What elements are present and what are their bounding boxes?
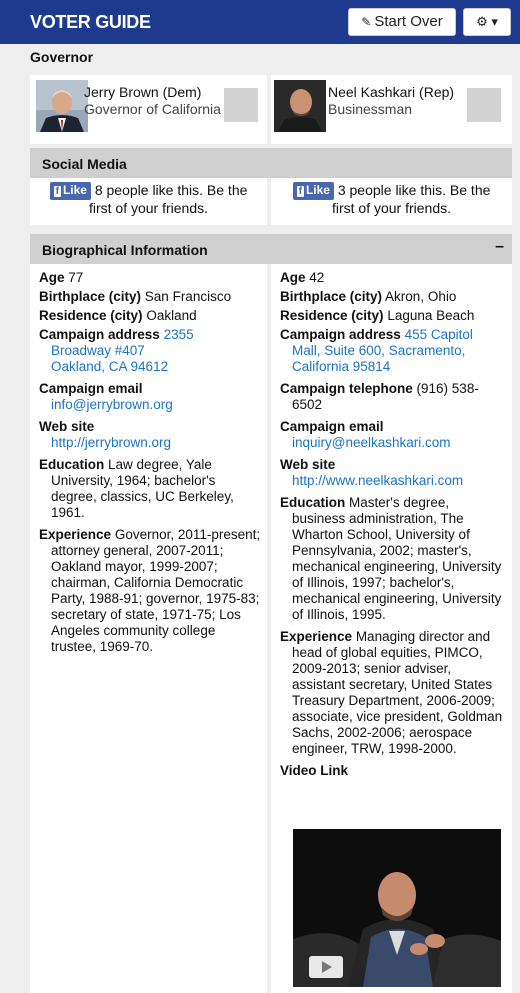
age-field: Age 42 — [280, 270, 325, 285]
start-over-button[interactable]: ✎ Start Over — [348, 8, 456, 36]
bio-section-header[interactable]: Biographical Information – — [30, 234, 512, 264]
residence-field: Residence (city) Laguna Beach — [280, 308, 475, 323]
video-player[interactable] — [293, 829, 501, 987]
bio-column-brown: Age 77 Birthplace (city) San Francisco R… — [30, 264, 267, 993]
website-link[interactable]: http://www.neelkashkari.com — [280, 473, 506, 489]
facebook-like-button[interactable]: f Like — [49, 182, 91, 200]
experience-field: Experience Governor, 2011-present; attor… — [39, 527, 261, 654]
address-link-line[interactable]: Mall, Suite 600, Sacramento, — [280, 343, 506, 359]
select-candidate-checkbox[interactable] — [467, 88, 501, 122]
candidate-name-brown: Jerry Brown (Dem) Governor of California — [84, 84, 224, 118]
email-link[interactable]: info@jerrybrown.org — [39, 397, 261, 413]
residence-field: Residence (city) Oakland — [39, 308, 197, 323]
section-title: Social Media — [42, 156, 127, 172]
experience-field: Experience Managing director and head of… — [280, 629, 503, 756]
edit-icon: ✎ — [361, 15, 372, 29]
address-link[interactable]: 2355 — [164, 327, 194, 342]
video-link-field: Video Link — [280, 763, 349, 778]
collapse-icon[interactable]: – — [495, 238, 504, 256]
candidate-name-text: Neel Kashkari (Rep) — [328, 84, 455, 100]
campaign-email-field: Campaign email info@jerrybrown.org — [39, 381, 261, 413]
like-count-text: 8 people like this. Be the first of your… — [88, 182, 248, 216]
address-link[interactable]: 455 Capitol — [405, 327, 473, 342]
app-title: VOTER GUIDE — [30, 12, 151, 32]
age-field: Age 77 — [39, 270, 84, 285]
facebook-icon: f — [53, 186, 61, 197]
campaign-address-field: Campaign address 2355 Broadway #407 Oakl… — [39, 327, 261, 375]
select-candidate-checkbox[interactable] — [224, 88, 258, 122]
facebook-like-button[interactable]: f Like — [292, 182, 334, 200]
address-link-line[interactable]: California 95814 — [280, 359, 506, 375]
birthplace-field: Birthplace (city) Akron, Ohio — [280, 289, 457, 304]
candidate-name-text: Jerry Brown (Dem) — [84, 84, 202, 100]
social-media-section-header[interactable]: Social Media — [30, 148, 512, 178]
gear-icon: ⚙ ▾ — [476, 14, 498, 29]
like-label: Like — [62, 183, 87, 197]
candidate-name-kashkari: Neel Kashkari (Rep) Businessman — [328, 84, 468, 118]
social-like-brown: f Like 8 people like this. Be the first o… — [30, 178, 267, 225]
education-field: Education Master's degree, business admi… — [280, 495, 502, 622]
play-button[interactable] — [309, 956, 343, 978]
website-field: Web site http://jerrybrown.org — [39, 419, 261, 451]
website-link[interactable]: http://jerrybrown.org — [39, 435, 261, 451]
like-label: Like — [305, 183, 330, 197]
social-like-kashkari: f Like 3 people like this. Be the first o… — [271, 178, 512, 225]
address-link-line[interactable]: Broadway #407 — [39, 343, 261, 359]
campaign-address-field: Campaign address 455 Capitol Mall, Suite… — [280, 327, 506, 375]
campaign-email-field: Campaign email inquiry@neelkashkari.com — [280, 419, 506, 451]
campaign-telephone-field: Campaign telephone (916) 538-6502 — [280, 381, 479, 412]
bio-column-kashkari: Age 42 Birthplace (city) Akron, Ohio Res… — [271, 264, 512, 993]
candidate-photo-kashkari — [274, 80, 326, 132]
birthplace-field: Birthplace (city) San Francisco — [39, 289, 232, 304]
start-over-label: Start Over — [374, 13, 443, 30]
education-field: Education Law degree, Yale University, 1… — [39, 457, 234, 520]
facebook-icon: f — [296, 186, 304, 197]
like-count-text: 3 people like this. Be the first of your… — [331, 182, 491, 216]
candidate-occupation: Governor of California — [84, 101, 221, 117]
office-title: Governor — [30, 49, 94, 65]
candidate-occupation: Businessman — [328, 101, 413, 117]
website-field: Web site http://www.neelkashkari.com — [280, 457, 506, 489]
settings-dropdown-button[interactable]: ⚙ ▾ — [463, 8, 511, 36]
section-title: Biographical Information — [42, 242, 208, 258]
email-link[interactable]: inquiry@neelkashkari.com — [280, 435, 506, 451]
header-bar: VOTER GUIDE ✎ Start Over ⚙ ▾ — [0, 0, 520, 44]
candidate-card-brown[interactable]: Jerry Brown (Dem) Governor of California — [30, 75, 267, 144]
candidate-card-kashkari[interactable]: Neel Kashkari (Rep) Businessman — [271, 75, 512, 144]
address-link-line[interactable]: Oakland, CA 94612 — [39, 359, 261, 375]
candidate-photo-brown — [36, 80, 88, 132]
